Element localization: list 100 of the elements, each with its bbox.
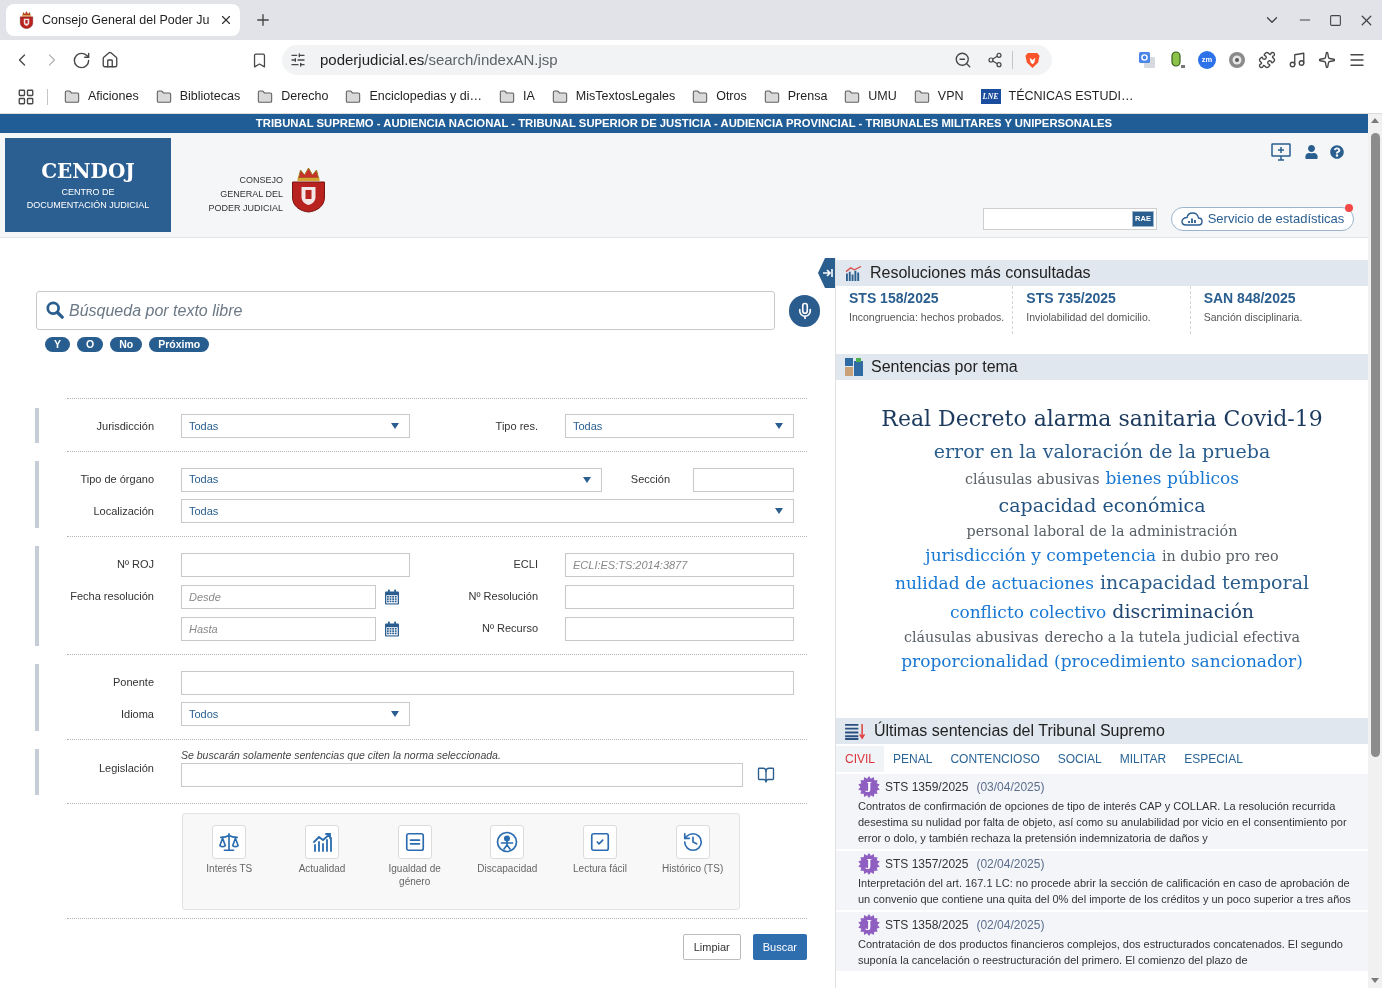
ruling-link[interactable]: STS 1358/2025 (885, 915, 969, 934)
help-icon[interactable] (1330, 145, 1344, 159)
puzzle-icon[interactable] (1258, 51, 1276, 69)
resolution-link[interactable]: STS 735/2025 (1026, 289, 1116, 307)
topic-link[interactable]: cláusulas abusivas (903, 626, 1039, 649)
select-field[interactable]: Todos (181, 702, 410, 726)
bookmark-item[interactable]: UMU (844, 87, 897, 106)
music-note-icon[interactable] (1288, 51, 1306, 69)
category-tab[interactable]: SOCIAL (1048, 746, 1111, 772)
plus-icon[interactable] (254, 11, 272, 29)
browser-tab[interactable]: Consejo General del Poder Ju (6, 4, 240, 36)
topic-link[interactable]: discriminación (1112, 597, 1255, 626)
bookmark-item[interactable]: Aficiones (64, 87, 139, 106)
bookmark-item[interactable]: Otros (692, 87, 747, 106)
tool-link[interactable]: Lectura fácil (573, 825, 627, 875)
calendar-icon[interactable] (384, 620, 400, 637)
bookmark-item[interactable]: LNE TÉCNICAS ESTUDI… (980, 87, 1134, 106)
topic-link[interactable]: incapacidad temporal (1099, 568, 1310, 597)
topic-link[interactable]: proporcionalidad (procedimiento sancionador) (901, 649, 1303, 674)
topic-link[interactable]: cláusulas abusivas (964, 468, 1100, 491)
apps-grid-icon[interactable] (17, 87, 35, 106)
select-field[interactable]: Todas (181, 467, 602, 492)
bookmark-icon[interactable] (251, 51, 268, 69)
category-tab[interactable]: ESPECIAL (1175, 746, 1252, 772)
select-field[interactable]: Todas (181, 499, 794, 523)
tool-link[interactable]: Discapacidad (477, 825, 538, 875)
category-tab[interactable]: PENAL (884, 746, 942, 772)
overlapping-squares-icon[interactable] (1138, 51, 1156, 69)
search-button[interactable]: Buscar (752, 934, 807, 960)
select-field[interactable]: Todas (565, 414, 794, 438)
tool-link[interactable]: Interés TS (206, 825, 253, 875)
user-icon[interactable] (1305, 145, 1318, 159)
scrollbar-thumb[interactable] (1370, 133, 1380, 757)
tool-link[interactable]: Histórico (TS) (662, 825, 724, 875)
share-icon[interactable] (987, 52, 1003, 68)
text-field[interactable] (181, 763, 743, 787)
category-tab[interactable]: MILITAR (1110, 746, 1176, 772)
bookmark-item[interactable]: IA (499, 87, 535, 106)
resolution-link[interactable]: SAN 848/2025 (1203, 289, 1296, 307)
tool-link[interactable]: Igualdad de género (376, 825, 453, 888)
topic-link[interactable]: bienes públicos (1105, 466, 1240, 491)
search-field[interactable]: Búsqueda por texto libre (36, 291, 775, 330)
microphone-button[interactable] (789, 294, 820, 327)
topic-link[interactable]: error en la valoración de la prueba (933, 437, 1271, 466)
resolution-link[interactable]: STS 158/2025 (849, 289, 939, 307)
bookmark-item[interactable]: MisTextosLegales (551, 87, 676, 106)
text-field[interactable] (181, 553, 410, 577)
scroll-up-icon[interactable] (1371, 118, 1379, 123)
text-field[interactable]: ECLI:ES:TS:2014:3877 (565, 553, 794, 577)
date-field[interactable]: Hasta (181, 616, 376, 641)
book-icon[interactable] (756, 766, 776, 784)
tool-link[interactable]: Actualidad (298, 825, 346, 875)
logo-subtitle: CENTRO DE DOCUMENTACIÓN JUDICIAL (26, 185, 150, 212)
topic-link[interactable]: Real Decreto alarma sanitaria Covid-19 (881, 401, 1323, 437)
calendar-icon[interactable] (384, 588, 400, 605)
topic-link[interactable]: capacidad económica (998, 491, 1206, 520)
monitor-plus-icon[interactable] (1271, 143, 1291, 161)
text-field[interactable] (693, 468, 794, 492)
capsule-icon[interactable] (1168, 51, 1186, 69)
zoom-out-icon[interactable] (954, 51, 972, 69)
operator-button[interactable]: No (110, 337, 143, 352)
topic-link[interactable]: conflicto colectivo (949, 600, 1107, 625)
home-icon[interactable] (101, 51, 119, 69)
scroll-down-icon[interactable] (1371, 978, 1379, 983)
bookmark-item[interactable]: Prensa (763, 87, 828, 106)
operator-button[interactable]: Y (45, 337, 70, 352)
bookmark-item[interactable]: VPN (913, 87, 964, 106)
date-field[interactable]: Desde (181, 584, 376, 609)
operator-button[interactable]: Próximo (149, 337, 210, 352)
ruling-link[interactable]: STS 1359/2025 (885, 777, 969, 796)
close-icon[interactable] (219, 13, 233, 27)
text-field[interactable] (181, 671, 794, 695)
topic-link[interactable]: personal laboral de la administración (966, 520, 1238, 543)
bookmark-item[interactable]: Enciclopedias y di… (345, 87, 482, 106)
category-tab[interactable]: CIVIL (836, 746, 884, 772)
clear-button[interactable]: Limpiar (682, 934, 741, 960)
sparkle-icon[interactable] (1318, 51, 1336, 69)
select-field[interactable]: Todas (181, 414, 410, 438)
topic-link[interactable]: jurisdicción y competencia (925, 543, 1156, 568)
topic-link[interactable]: nulidad de actuaciones (894, 571, 1094, 596)
sliders-icon[interactable] (290, 52, 306, 68)
disc-icon[interactable] (1228, 51, 1246, 69)
maximize-icon[interactable] (1329, 13, 1342, 27)
ruling-link[interactable]: STS 1357/2025 (885, 854, 969, 873)
dictionary-search-field[interactable] (983, 208, 1157, 230)
topic-link[interactable]: in dubio pro reo (1162, 545, 1279, 568)
menu-icon[interactable] (1348, 51, 1366, 69)
shield-icon[interactable] (1025, 51, 1040, 69)
text-field[interactable] (565, 617, 794, 641)
topic-link[interactable]: derecho a la tutela judicial efectiva (1044, 626, 1301, 649)
category-tab[interactable]: CONTENCIOSO (941, 746, 1049, 772)
text-field[interactable] (565, 585, 794, 609)
arrow-tab-icon[interactable] (818, 258, 835, 288)
scrollbar[interactable] (1368, 114, 1382, 988)
bookmark-item[interactable]: Bibliotecas (155, 87, 241, 106)
reload-icon[interactable] (72, 50, 91, 70)
statistics-button[interactable]: Servicio de estadísticas (1171, 207, 1354, 231)
bookmark-item[interactable]: Derecho (257, 87, 329, 106)
address-bar[interactable]: poderjudicial.es/search/indexAN.jsp (282, 45, 1052, 75)
operator-button[interactable]: O (77, 337, 104, 352)
